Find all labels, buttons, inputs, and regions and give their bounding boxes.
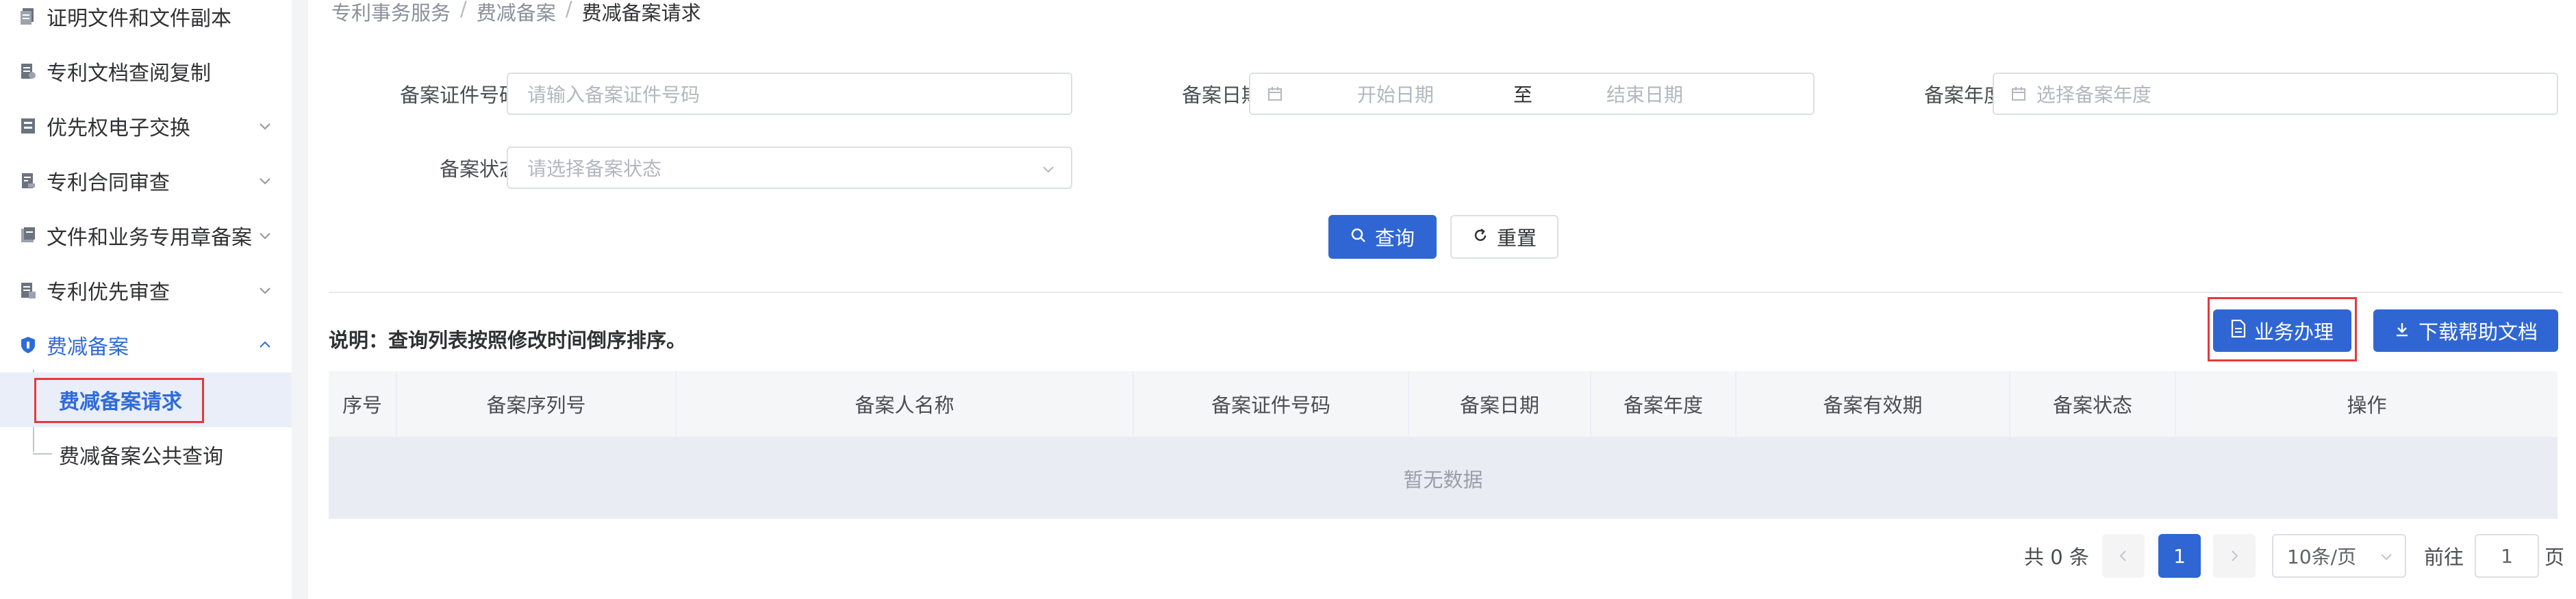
priority-icon [19, 281, 37, 300]
chevron-up-icon [260, 341, 270, 348]
document-copy-icon [19, 7, 37, 26]
page-size-select[interactable]: 10条/页 [2272, 534, 2406, 578]
sidebar-item-label: 文件和业务专用章备案 [47, 226, 252, 250]
end-date-placeholder[interactable]: 结束日期 [1606, 80, 1683, 107]
chevron-down-icon [260, 123, 270, 130]
date-range-separator: 至 [1513, 84, 1533, 106]
filing-status-placeholder: 请选择备案状态 [527, 157, 662, 180]
sidebar-item-doc-view-copy[interactable]: 专利文档查阅复制 [0, 44, 292, 99]
column-header[interactable]: 备案日期 [1409, 371, 1591, 437]
column-header[interactable]: 序号 [329, 371, 397, 437]
sidebar-item-fee-reduction[interactable]: 费减备案 [0, 318, 292, 372]
sidebar-item-contract-review[interactable]: 专利合同审查 [0, 153, 292, 208]
table-empty-state: 暂无数据 [329, 438, 2558, 519]
sidebar-item-certificate-copies[interactable]: 证明文件和文件副本 [0, 0, 292, 44]
refresh-icon [1472, 225, 1489, 248]
sort-note: 说明：查询列表按照修改时间倒序排序。 [329, 329, 687, 352]
filing-year-input[interactable]: 选择备案年度 [1993, 73, 2558, 115]
table-header: 序号 备案序列号 备案人名称 备案证件号码 备案日期 备案年度 备案有效期 备案… [329, 371, 2558, 438]
document-view-icon [19, 62, 37, 81]
highlight-box [2208, 297, 2357, 361]
section-divider [329, 292, 2562, 293]
sidebar-item-priority-exchange[interactable]: 优先权电子交换 [0, 99, 292, 153]
contract-icon [19, 171, 37, 190]
goto-page-value: 1 [2501, 544, 2513, 568]
chevron-right-icon [2232, 550, 2238, 561]
breadcrumb-separator: / [565, 0, 572, 21]
empty-text: 暂无数据 [1403, 468, 1483, 492]
breadcrumb-separator: / [460, 0, 467, 21]
download-help-doc-button-label: 下载帮助文档 [2418, 320, 2538, 344]
sidebar-subitem-fee-reduction-public-query[interactable]: 费减备案公共查询 [0, 427, 292, 482]
highlight-box [34, 378, 204, 423]
filing-date-range-input[interactable]: 开始日期 至 结束日期 [1249, 73, 1815, 115]
fee-shield-icon [19, 335, 37, 355]
chevron-down-icon [1043, 166, 1054, 173]
current-page: 1 [2173, 544, 2186, 568]
column-header[interactable]: 备案人名称 [677, 371, 1134, 437]
page-size-value: 10条/页 [2287, 546, 2357, 568]
page-number-button[interactable]: 1 [2158, 534, 2201, 578]
download-icon [2394, 319, 2410, 342]
download-help-doc-button[interactable]: 下载帮助文档 [2373, 309, 2558, 352]
cert-no-input[interactable]: 请输入备案证件号码 [507, 73, 1072, 115]
breadcrumb-item-fee-reduction[interactable]: 费减备案 [477, 0, 556, 25]
sidebar-item-label: 专利优先审查 [47, 281, 170, 305]
column-header[interactable]: 备案状态 [2010, 371, 2176, 437]
column-header[interactable]: 备案年度 [1591, 371, 1737, 437]
search-icon [1350, 225, 1367, 248]
cert-no-label: 备案证件号码 [399, 84, 519, 107]
seal-icon [19, 226, 37, 245]
filing-year-placeholder: 选择备案年度 [2036, 84, 2152, 106]
start-date-placeholder[interactable]: 开始日期 [1357, 80, 1434, 107]
reset-button[interactable]: 重置 [1450, 215, 1558, 259]
main-content: 专利事务服务 / 费减备案 / 费减备案请求 备案证件号码 请输入备案证件号码 … [329, 0, 2565, 599]
goto-suffix: 页 [2545, 546, 2565, 569]
chevron-down-icon [2381, 554, 2392, 561]
sidebar-item-priority-review[interactable]: 专利优先审查 [0, 263, 292, 318]
column-header[interactable]: 备案序列号 [397, 371, 677, 437]
calendar-icon [1267, 86, 1283, 102]
column-header[interactable]: 操作 [2176, 371, 2558, 437]
goto-page-input[interactable]: 1 [2475, 534, 2539, 578]
chevron-down-icon [260, 288, 270, 294]
chevron-down-icon [260, 178, 270, 185]
sidebar-item-label: 优先权电子交换 [47, 116, 190, 140]
search-button[interactable]: 查询 [1328, 215, 1437, 259]
sidebar-item-label: 专利合同审查 [47, 171, 170, 195]
goto-prefix: 前往 [2424, 546, 2464, 569]
filing-year-label: 备案年度 [1923, 84, 2004, 107]
calendar-icon [2010, 86, 2027, 102]
column-header[interactable]: 备案证件号码 [1134, 371, 1409, 437]
exchange-icon [19, 116, 37, 136]
filing-status-select[interactable]: 请选择备案状态 [507, 146, 1072, 189]
chevron-down-icon [260, 233, 270, 240]
sidebar: 证明文件和文件副本 专利文档查阅复制 优先权电子交换 专利合同审查 文件和业务专… [0, 0, 292, 599]
column-header[interactable]: 备案有效期 [1737, 371, 2010, 437]
breadcrumb-item-patent-services[interactable]: 专利事务服务 [331, 0, 451, 25]
sidebar-item-label: 专利文档查阅复制 [47, 62, 211, 86]
pagination-total: 共 0 条 [2024, 546, 2089, 569]
search-button-label: 查询 [1374, 227, 1415, 250]
sidebar-subitem-label: 费减备案公共查询 [59, 445, 223, 469]
cert-no-placeholder: 请输入备案证件号码 [527, 84, 700, 106]
reset-button-label: 重置 [1496, 227, 1537, 250]
chevron-left-icon [2119, 550, 2126, 561]
sidebar-item-label: 证明文件和文件副本 [47, 7, 231, 31]
sidebar-scroll-gutter [292, 0, 308, 599]
sidebar-item-label: 费减备案 [47, 335, 129, 359]
breadcrumb: 专利事务服务 / 费减备案 / 费减备案请求 [331, 0, 701, 25]
breadcrumb-item-current: 费减备案请求 [581, 1, 701, 25]
next-page-button[interactable] [2213, 534, 2256, 578]
prev-page-button[interactable] [2102, 534, 2145, 578]
sidebar-item-seal-filing[interactable]: 文件和业务专用章备案 [0, 208, 292, 263]
